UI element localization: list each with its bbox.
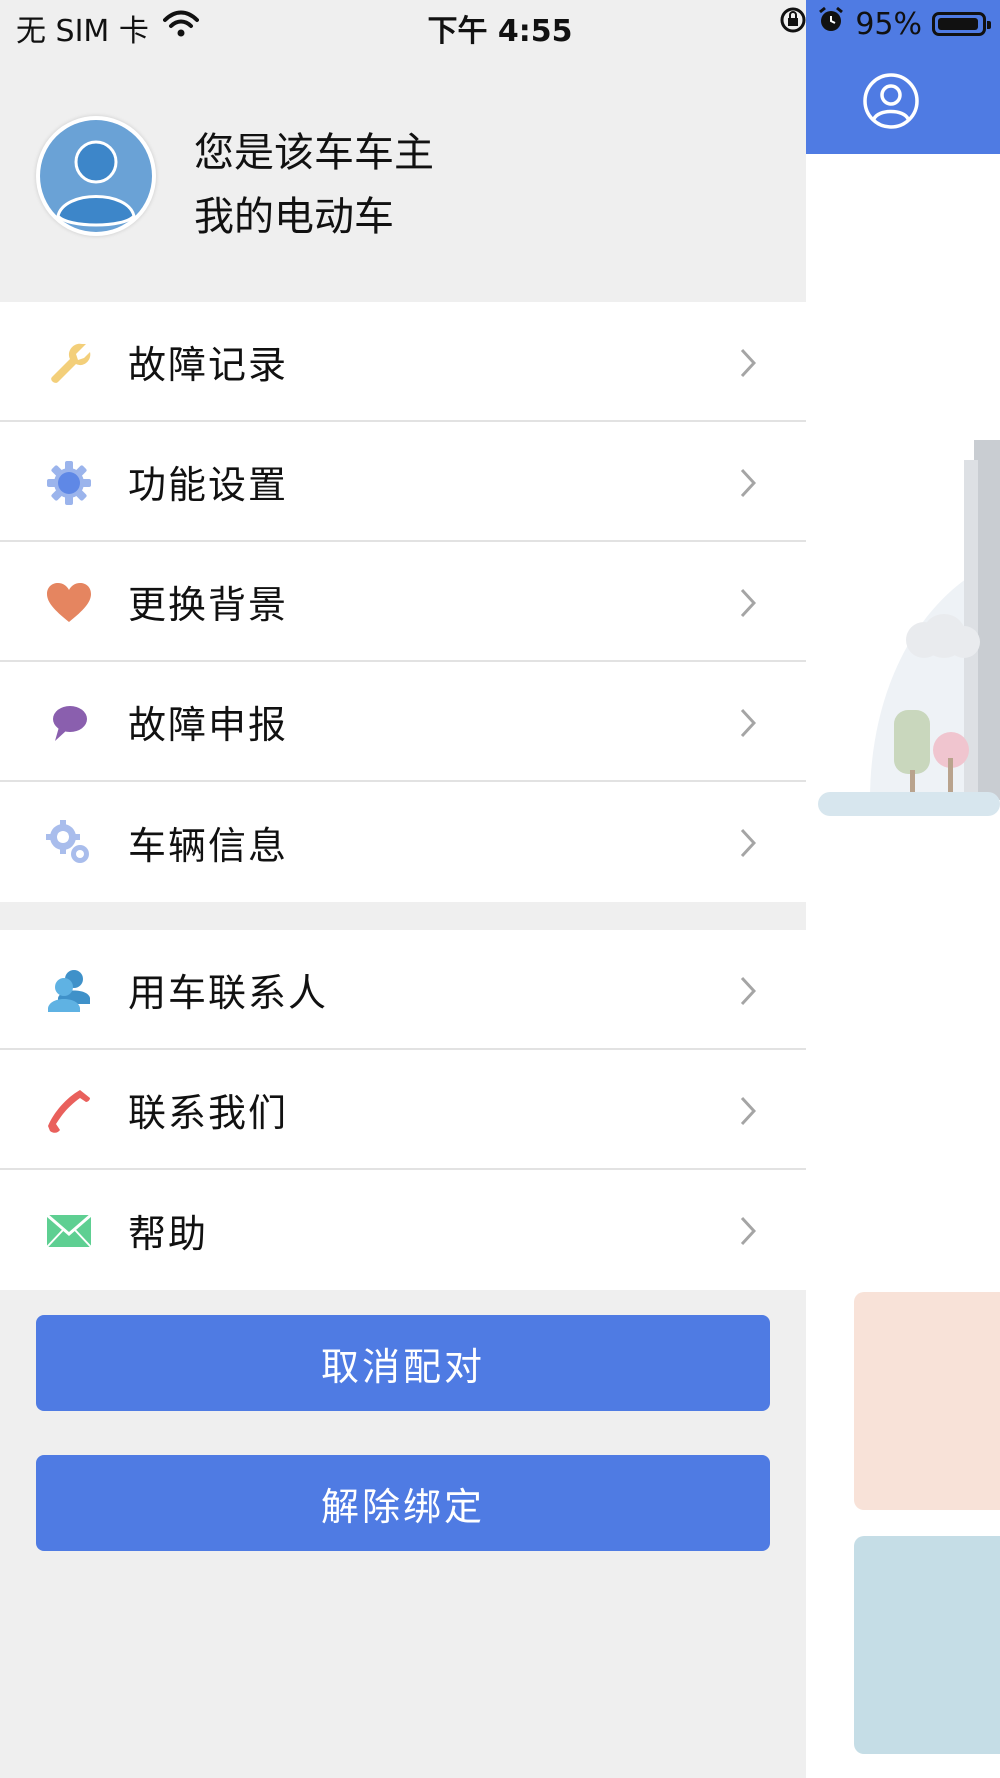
city-illustration [818, 440, 1000, 816]
menu-label: 车辆信息 [128, 823, 289, 868]
chevron-right-icon [740, 976, 757, 1010]
gears-icon [46, 820, 92, 866]
side-drawer: 您是该车车主 我的电动车 故障记录 功能设置 更换背景 故障申报 车辆信息 用车… [0, 0, 806, 1778]
profile-icon[interactable] [862, 72, 920, 134]
menu-item-vehicle-info[interactable]: 车辆信息 [0, 782, 806, 902]
chevron-right-icon [740, 1096, 757, 1130]
menu-group-secondary: 用车联系人 联系我们 帮助 [0, 930, 806, 1290]
vehicle-name: 我的电动车 [194, 194, 394, 240]
menu-item-contacts[interactable]: 用车联系人 [0, 930, 806, 1050]
cancel-pairing-button[interactable]: 取消配对 [36, 1315, 770, 1411]
menu-label: 帮助 [128, 1211, 209, 1256]
menu-group-primary: 故障记录 功能设置 更换背景 故障申报 车辆信息 [0, 302, 806, 902]
battery-percent: 95% [855, 6, 922, 42]
contacts-icon [46, 968, 92, 1014]
heart-icon [46, 580, 92, 626]
menu-item-fault-report[interactable]: 故障申报 [0, 662, 806, 782]
status-bar: 无 SIM 卡 下午 4:55 95% [0, 0, 1000, 50]
menu-label: 功能设置 [128, 462, 289, 507]
chevron-right-icon [740, 708, 757, 742]
chevron-right-icon [740, 1216, 757, 1250]
mail-icon [46, 1208, 92, 1254]
menu-label: 更换背景 [128, 582, 289, 627]
avatar[interactable] [36, 116, 156, 236]
menu-item-help[interactable]: 帮助 [0, 1170, 806, 1290]
phone-icon [46, 1088, 92, 1134]
feature-card-orange[interactable]: 设 [854, 1292, 1000, 1510]
main-screen-peek: 设 寻 [806, 0, 1000, 1778]
wrench-icon [46, 340, 92, 386]
chevron-right-icon [740, 348, 757, 382]
menu-item-fault-records[interactable]: 故障记录 [0, 302, 806, 422]
menu-label: 用车联系人 [128, 970, 329, 1015]
menu-label: 故障申报 [128, 702, 289, 747]
feature-card-blue[interactable]: 寻 [854, 1536, 1000, 1754]
unbind-button[interactable]: 解除绑定 [36, 1455, 770, 1551]
owner-status: 您是该车车主 [194, 130, 434, 176]
chevron-right-icon [740, 828, 757, 862]
chevron-right-icon [740, 468, 757, 502]
rotation-lock-icon [779, 6, 807, 42]
speech-bubble-icon [46, 700, 92, 746]
alarm-icon [817, 6, 845, 42]
battery-icon [932, 12, 991, 36]
menu-label: 联系我们 [128, 1090, 289, 1135]
gear-icon [46, 460, 92, 506]
chevron-right-icon [740, 588, 757, 622]
menu-item-settings[interactable]: 功能设置 [0, 422, 806, 542]
menu-label: 故障记录 [128, 342, 289, 387]
menu-item-contact-us[interactable]: 联系我们 [0, 1050, 806, 1170]
profile-header: 您是该车车主 我的电动车 [0, 50, 806, 302]
menu-item-change-background[interactable]: 更换背景 [0, 542, 806, 662]
user-avatar-icon [40, 120, 152, 232]
